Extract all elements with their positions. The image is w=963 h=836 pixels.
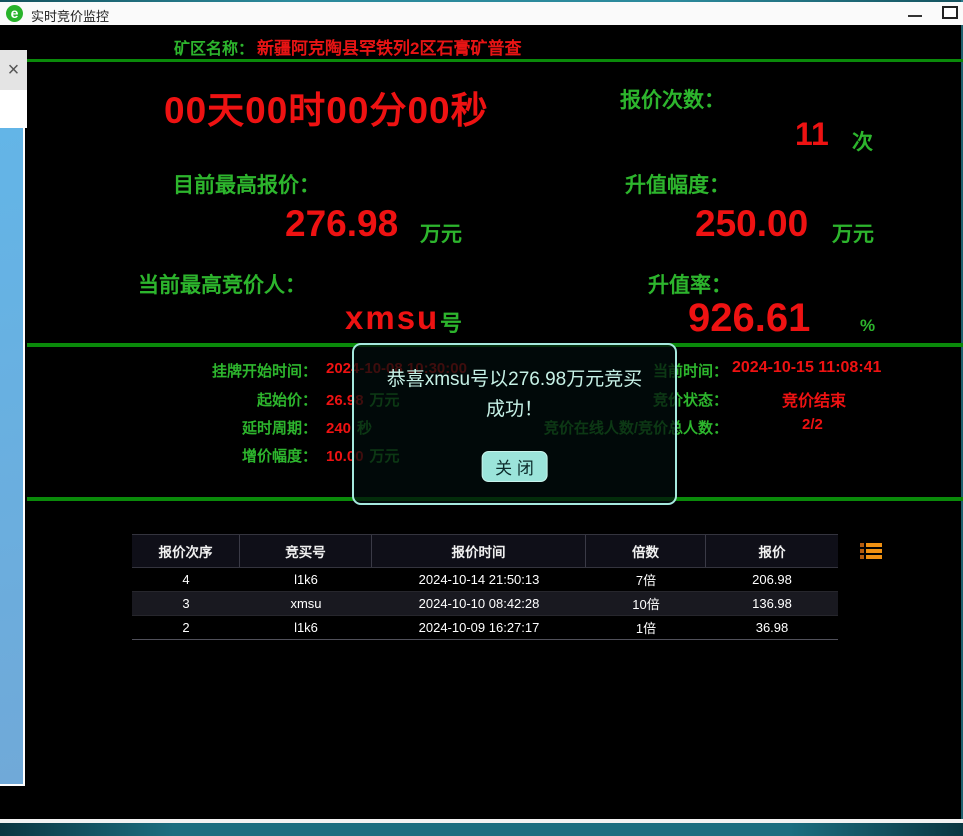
success-dialog: 恭喜xmsu号以276.98万元竞买 成功！ 关 闭: [352, 343, 677, 505]
browser-e-icon: e: [6, 5, 23, 22]
list-icon-bar: [860, 549, 886, 553]
col-header-bid-order: 报价次序: [132, 535, 240, 567]
sidebar-menu-button[interactable]: [0, 90, 27, 128]
listing-start-time-label: 挂牌开始时间：: [100, 360, 317, 381]
cell-bid-time: 2024-10-14 21:50:13: [372, 568, 586, 591]
table-row: 2 l1k6 2024-10-09 16:27:17 1倍 36.98: [132, 616, 838, 640]
col-header-bidder-id: 竞买号: [240, 535, 372, 567]
minimize-icon: [908, 15, 922, 17]
cell-bid-order: 4: [132, 568, 240, 591]
sidebar-panel: [0, 128, 25, 786]
mine-name-value: 新疆阿克陶县罕铁列2区石膏矿普查: [257, 34, 521, 59]
highest-bidder-value: xmsu: [345, 299, 439, 337]
bid-count-label: 报价次数：: [620, 84, 725, 114]
window-titlebar: e 实时竞价监控: [0, 2, 963, 25]
list-icon-bar: [860, 555, 886, 559]
sidebar-close-button[interactable]: ×: [0, 50, 27, 90]
countdown-timer: 00天00时00分00秒: [164, 80, 489, 134]
highest-bid-unit: 万元: [420, 218, 462, 248]
cell-bid-price: 206.98: [706, 568, 838, 591]
increase-amount-label: 升值幅度：: [625, 169, 730, 199]
cell-bid-price: 136.98: [706, 592, 838, 615]
online-total-count-value: 2/2: [802, 416, 823, 433]
app-window: e 实时竞价监控 矿区名称： 新疆阿克陶县罕铁列2区石膏矿普查 00天00时00…: [0, 0, 963, 836]
col-header-bid-time: 报价时间: [372, 535, 586, 567]
dialog-message: 恭喜xmsu号以276.98万元竞买 成功！: [354, 365, 675, 425]
table-header-row: 报价次序 竞买号 报价时间 倍数 报价: [132, 534, 838, 568]
cell-bid-time: 2024-10-09 16:27:17: [372, 616, 586, 639]
close-dialog-button[interactable]: 关 闭: [481, 451, 548, 482]
increase-amount-value: 250.00: [695, 203, 808, 245]
cell-multiplier: 1倍: [586, 616, 706, 639]
cell-bid-time: 2024-10-10 08:42:28: [372, 592, 586, 615]
window-title: 实时竞价监控: [31, 6, 109, 25]
window-bottom-bar: [0, 823, 963, 836]
cell-multiplier: 7倍: [586, 568, 706, 591]
auction-status-value: 竞价结束: [782, 387, 846, 411]
mine-name-label: 矿区名称：: [174, 35, 254, 59]
cell-bidder-id: xmsu: [240, 592, 372, 615]
highest-bidder-label: 当前最高竞价人：: [138, 269, 306, 299]
increase-rate-value: 926.61: [688, 296, 810, 341]
increase-amount-unit: 万元: [832, 218, 874, 248]
col-header-bid-price: 报价: [706, 535, 838, 567]
table-row: 4 l1k6 2024-10-14 21:50:13 7倍 206.98: [132, 568, 838, 592]
bid-count-value: 11: [795, 116, 829, 153]
highest-bidder-unit: 号: [440, 306, 462, 338]
close-icon: ×: [8, 59, 20, 81]
delay-period-label: 延时周期：: [100, 417, 317, 438]
increment-step-label: 增价幅度：: [100, 445, 317, 466]
increase-rate-label: 升值率：: [648, 269, 732, 299]
start-price-label: 起始价：: [100, 389, 317, 410]
list-view-icon[interactable]: [860, 543, 886, 561]
cell-bidder-id: l1k6: [240, 568, 372, 591]
dialog-message-line1: 恭喜xmsu号以276.98万元竞买: [387, 369, 643, 390]
col-header-multiplier: 倍数: [586, 535, 706, 567]
cell-bid-price: 36.98: [706, 616, 838, 639]
highest-bid-value: 276.98: [285, 203, 398, 245]
dialog-message-line2: 成功！: [486, 399, 543, 420]
delay-period-number: 240: [326, 420, 351, 437]
minimize-button[interactable]: [900, 2, 932, 25]
table-row: 3 xmsu 2024-10-10 08:42:28 10倍 136.98: [132, 592, 838, 616]
current-time-value: 2024-10-15 11:08:41: [732, 359, 881, 377]
maximize-icon: [942, 6, 958, 19]
cell-bid-order: 3: [132, 592, 240, 615]
maximize-button[interactable]: [936, 2, 963, 25]
cell-bidder-id: l1k6: [240, 616, 372, 639]
bid-count-unit: 次: [852, 126, 873, 156]
bid-history-table: 报价次序 竞买号 报价时间 倍数 报价 4 l1k6 2024-10-14 21…: [132, 534, 838, 640]
increase-rate-unit: %: [860, 316, 875, 336]
cell-multiplier: 10倍: [586, 592, 706, 615]
separator-line: [27, 59, 963, 62]
list-icon-bar: [860, 543, 886, 547]
highest-bid-label: 目前最高报价：: [173, 169, 320, 199]
cell-bid-order: 2: [132, 616, 240, 639]
